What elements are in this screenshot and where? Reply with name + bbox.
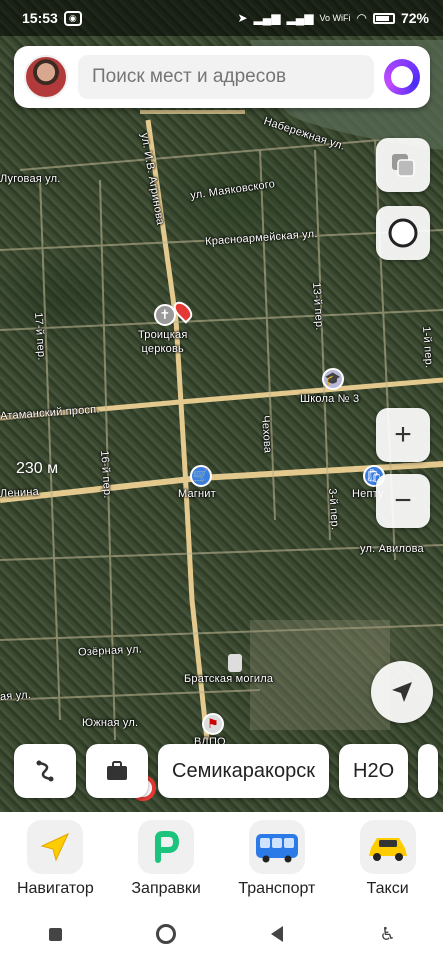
- memorial-icon[interactable]: [228, 654, 242, 672]
- clock: 15:53: [22, 10, 58, 26]
- navigation-arrow-icon: ➤: [237, 11, 248, 25]
- circle-icon: [156, 924, 177, 944]
- triangle-back-icon: [270, 926, 283, 942]
- city-chip[interactable]: Семикаракорск: [158, 744, 330, 798]
- more-chip[interactable]: [418, 744, 439, 798]
- tile-taxi[interactable]: Такси: [335, 820, 440, 898]
- battery-icon: [372, 12, 395, 24]
- vowifi-label: Vo WiFi: [319, 13, 351, 23]
- search-input[interactable]: [78, 55, 374, 99]
- accessibility-icon: ♿: [379, 923, 396, 944]
- signal-icon: ▂▄▆: [286, 11, 314, 25]
- tile-transport[interactable]: Транспорт: [224, 820, 329, 898]
- street-label: Ленина: [0, 485, 40, 501]
- back-button[interactable]: [257, 914, 297, 954]
- h2o-chip[interactable]: H2O: [339, 744, 409, 798]
- accessibility-button[interactable]: ♿: [368, 914, 408, 954]
- tile-label: Навигатор: [16, 880, 94, 897]
- street-label: Чехова: [259, 415, 274, 454]
- poi-school-label[interactable]: Школа № 3: [300, 393, 359, 405]
- bus-icon: [248, 820, 305, 874]
- layers-icon: [392, 154, 415, 177]
- street-label: ул. Авилова: [360, 543, 424, 555]
- wifi-icon: ◠: [356, 11, 367, 25]
- signal-icon: ▂▄▆: [253, 11, 281, 25]
- quick-actions-row: Семикаракорск H2O: [14, 744, 439, 800]
- system-nav-bar: ♿: [0, 908, 443, 960]
- square-icon: [48, 927, 62, 941]
- route-button[interactable]: [14, 744, 76, 798]
- my-location-arrow-icon: [392, 682, 412, 702]
- recents-button[interactable]: [35, 914, 75, 954]
- navigator-icon: [27, 820, 84, 874]
- layers-button[interactable]: [376, 138, 430, 192]
- zoom-in-button[interactable]: +: [376, 408, 430, 462]
- fuel-icon: [138, 820, 195, 874]
- battery-level: 72%: [400, 10, 429, 26]
- taxi-icon: [359, 820, 416, 874]
- route-icon: [36, 760, 54, 782]
- avatar[interactable]: [24, 55, 68, 99]
- zoom-out-button[interactable]: −: [376, 474, 430, 528]
- tile-label: Заправки: [131, 880, 201, 897]
- tile-label: Такси: [366, 880, 409, 897]
- plus-icon: +: [394, 418, 412, 451]
- tile-label: Транспорт: [238, 880, 316, 897]
- status-bar: 15:53 ◉ ➤ ▂▄▆ ▂▄▆ Vo WiFi ◠ 72%: [0, 0, 443, 36]
- map-scale: 230 м: [16, 460, 58, 478]
- locate-button[interactable]: [371, 661, 433, 723]
- tile-fuel[interactable]: Заправки: [114, 820, 219, 898]
- search-bar: [14, 46, 430, 108]
- shop-cart-icon[interactable]: 🛒: [190, 465, 212, 487]
- minus-icon: −: [394, 484, 412, 517]
- alice-assistant-icon[interactable]: [384, 59, 420, 95]
- compass-icon: [388, 218, 418, 248]
- scale-label: 230 м: [16, 460, 59, 477]
- street-label: Южная ул.: [82, 717, 139, 729]
- street-label: ая ул.: [0, 688, 32, 704]
- camera-mode-button[interactable]: [376, 206, 430, 260]
- tile-navigator[interactable]: Навигатор: [3, 820, 108, 898]
- bottom-services-bar: Навигатор Заправки Транспорт Такси: [0, 812, 443, 908]
- flag-icon[interactable]: ⚑: [202, 713, 224, 735]
- street-label: Луговая ул.: [0, 173, 61, 185]
- notification-icon: ◉: [63, 10, 82, 26]
- school-icon[interactable]: 🎓: [322, 368, 344, 390]
- briefcase-icon: [107, 761, 127, 780]
- poi-magnit-label[interactable]: Магнит: [178, 488, 216, 500]
- poi-church-label[interactable]: Троицкая церковь: [138, 328, 188, 356]
- poi-bratskaya-label[interactable]: Братская могила: [184, 673, 273, 685]
- home-button[interactable]: [146, 914, 186, 954]
- briefcase-button[interactable]: [86, 744, 148, 798]
